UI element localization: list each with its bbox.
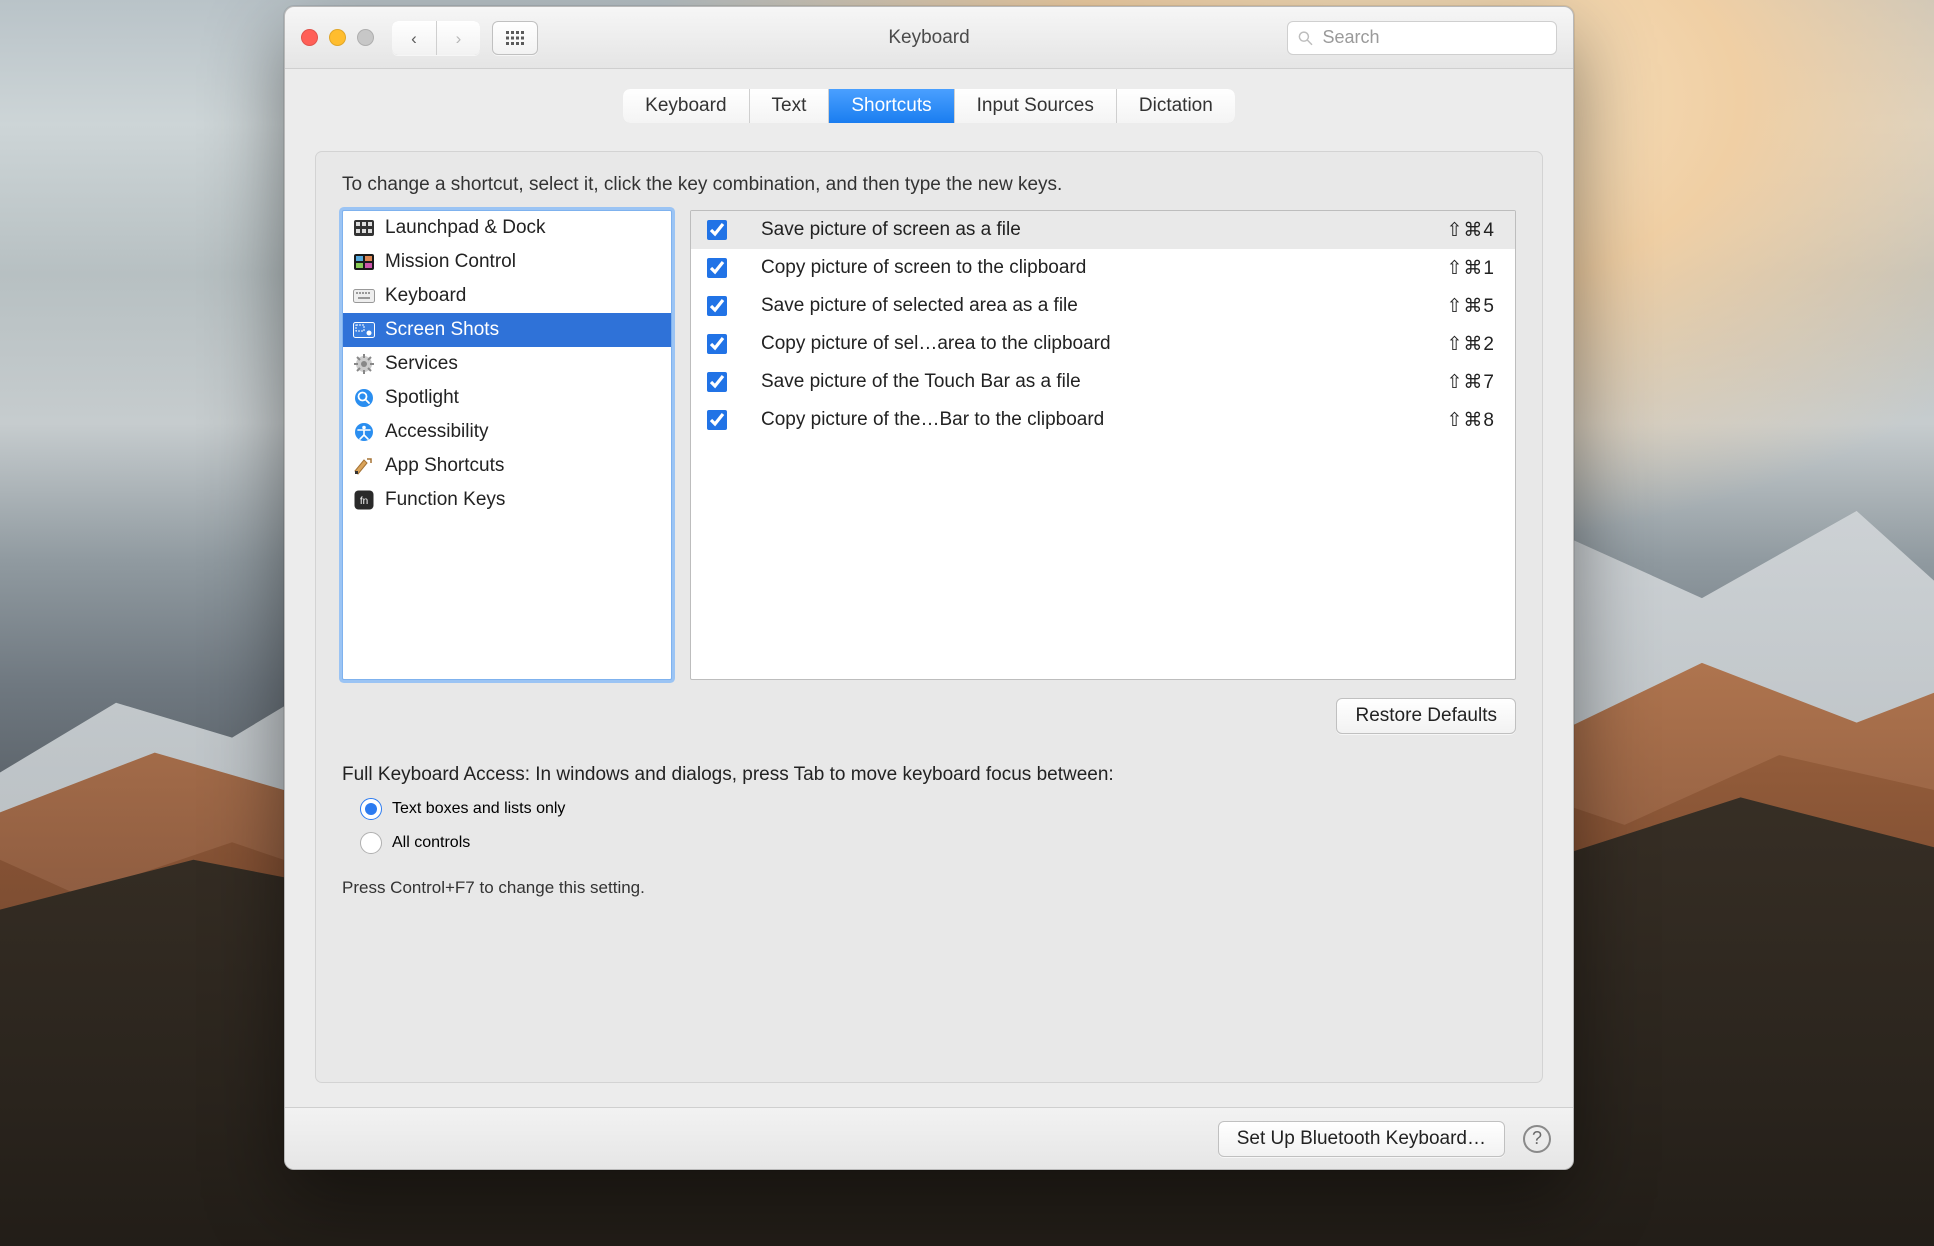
spotlight-icon [353, 388, 375, 408]
shortcuts-panel: To change a shortcut, select it, click t… [315, 151, 1543, 1083]
shortcut-row[interactable]: Save picture of screen as a file ⇧⌘4 [691, 211, 1515, 249]
category-list[interactable]: Launchpad & Dock Mission Control Keyboard S… [342, 210, 672, 680]
shortcut-keys[interactable]: ⇧⌘2 [1447, 333, 1496, 356]
restore-defaults-button[interactable]: Restore Defaults [1336, 698, 1516, 734]
zoom-icon [357, 29, 374, 46]
window-titlebar: ‹ › Keyboard [285, 7, 1573, 69]
shortcut-row[interactable]: Copy picture of screen to the clipboard … [691, 249, 1515, 287]
shortcut-checkbox[interactable] [707, 334, 727, 354]
grid-icon [506, 31, 524, 45]
shortcut-checkbox[interactable] [707, 296, 727, 316]
shortcut-row[interactable]: Save picture of the Touch Bar as a file … [691, 363, 1515, 401]
shortcut-row[interactable]: Save picture of selected area as a file … [691, 287, 1515, 325]
category-label: Launchpad & Dock [385, 217, 546, 239]
category-label: Accessibility [385, 421, 488, 443]
forward-button: › [436, 21, 480, 55]
category-label: Mission Control [385, 251, 516, 273]
keyboard-icon [353, 286, 375, 306]
shortcut-keys[interactable]: ⇧⌘1 [1447, 257, 1496, 280]
fka-hint: Press Control+F7 to change this setting. [342, 878, 1516, 898]
tab-bar: KeyboardTextShortcutsInput SourcesDictat… [623, 89, 1235, 123]
nav-back-forward: ‹ › [392, 21, 480, 55]
shortcut-label: Save picture of the Touch Bar as a file [761, 371, 1447, 393]
preferences-window: ‹ › Keyboard KeyboardTextShortcutsInput … [284, 6, 1574, 1170]
tab-shortcuts[interactable]: Shortcuts [829, 89, 954, 123]
accessibility-icon [353, 422, 375, 442]
category-function-keys[interactable]: fn Function Keys [343, 483, 671, 517]
bluetooth-keyboard-button[interactable]: Set Up Bluetooth Keyboard… [1218, 1121, 1505, 1157]
category-screen-shots[interactable]: Screen Shots [343, 313, 671, 347]
shortcut-checkbox[interactable] [707, 220, 727, 240]
desktop-background: ‹ › Keyboard KeyboardTextShortcutsInput … [0, 0, 1934, 1246]
shortcut-list[interactable]: Save picture of screen as a file ⇧⌘4 Cop… [690, 210, 1516, 680]
mission-icon [353, 252, 375, 272]
shortcut-label: Copy picture of sel…area to the clipboar… [761, 333, 1447, 355]
tab-keyboard[interactable]: Keyboard [623, 89, 749, 123]
fka-option-label: Text boxes and lists only [392, 800, 565, 818]
shortcut-checkbox[interactable] [707, 410, 727, 430]
tab-dictation[interactable]: Dictation [1117, 89, 1235, 123]
tab-text[interactable]: Text [750, 89, 830, 123]
shortcut-checkbox[interactable] [707, 258, 727, 278]
search-icon [1298, 30, 1313, 46]
search-input[interactable] [1321, 26, 1546, 49]
shortcut-keys[interactable]: ⇧⌘5 [1447, 295, 1496, 318]
shortcut-keys[interactable]: ⇧⌘4 [1447, 219, 1496, 242]
window-footer: Set Up Bluetooth Keyboard… ? [285, 1107, 1573, 1169]
fka-option-label: All controls [392, 834, 470, 852]
radio-icon[interactable] [360, 798, 382, 820]
category-label: App Shortcuts [385, 455, 504, 477]
fka-title: Full Keyboard Access: In windows and dia… [342, 764, 1516, 786]
category-spotlight[interactable]: Spotlight [343, 381, 671, 415]
shortcut-label: Save picture of screen as a file [761, 219, 1447, 241]
shortcut-row[interactable]: Copy picture of sel…area to the clipboar… [691, 325, 1515, 363]
radio-icon[interactable] [360, 832, 382, 854]
window-traffic-lights [301, 29, 374, 46]
category-services[interactable]: Services [343, 347, 671, 381]
back-button[interactable]: ‹ [392, 21, 436, 55]
appshortcuts-icon [353, 456, 375, 476]
shortcut-keys[interactable]: ⇧⌘8 [1447, 409, 1496, 432]
shortcut-label: Copy picture of the…Bar to the clipboard [761, 409, 1447, 431]
category-accessibility[interactable]: Accessibility [343, 415, 671, 449]
minimize-icon[interactable] [329, 29, 346, 46]
category-label: Screen Shots [385, 319, 499, 341]
screenshots-icon [353, 320, 375, 340]
fka-option[interactable]: All controls [360, 832, 1516, 854]
shortcut-label: Save picture of selected area as a file [761, 295, 1447, 317]
category-label: Function Keys [385, 489, 505, 511]
category-label: Services [385, 353, 458, 375]
tab-input-sources[interactable]: Input Sources [955, 89, 1117, 123]
help-button[interactable]: ? [1523, 1125, 1551, 1153]
category-app-shortcuts[interactable]: App Shortcuts [343, 449, 671, 483]
search-field[interactable] [1287, 21, 1557, 55]
close-icon[interactable] [301, 29, 318, 46]
show-all-button[interactable] [492, 21, 538, 55]
category-mission-control[interactable]: Mission Control [343, 245, 671, 279]
shortcut-label: Copy picture of screen to the clipboard [761, 257, 1447, 279]
category-label: Spotlight [385, 387, 459, 409]
services-icon [353, 354, 375, 374]
svg-text:fn: fn [360, 496, 368, 507]
launchpad-icon [353, 218, 375, 238]
fn-icon: fn [353, 490, 375, 510]
shortcut-checkbox[interactable] [707, 372, 727, 392]
category-launchpad-dock[interactable]: Launchpad & Dock [343, 211, 671, 245]
category-keyboard[interactable]: Keyboard [343, 279, 671, 313]
fka-option[interactable]: Text boxes and lists only [360, 798, 1516, 820]
panel-instruction: To change a shortcut, select it, click t… [342, 174, 1516, 196]
category-label: Keyboard [385, 285, 466, 307]
shortcut-row[interactable]: Copy picture of the…Bar to the clipboard… [691, 401, 1515, 439]
shortcut-keys[interactable]: ⇧⌘7 [1447, 371, 1496, 394]
